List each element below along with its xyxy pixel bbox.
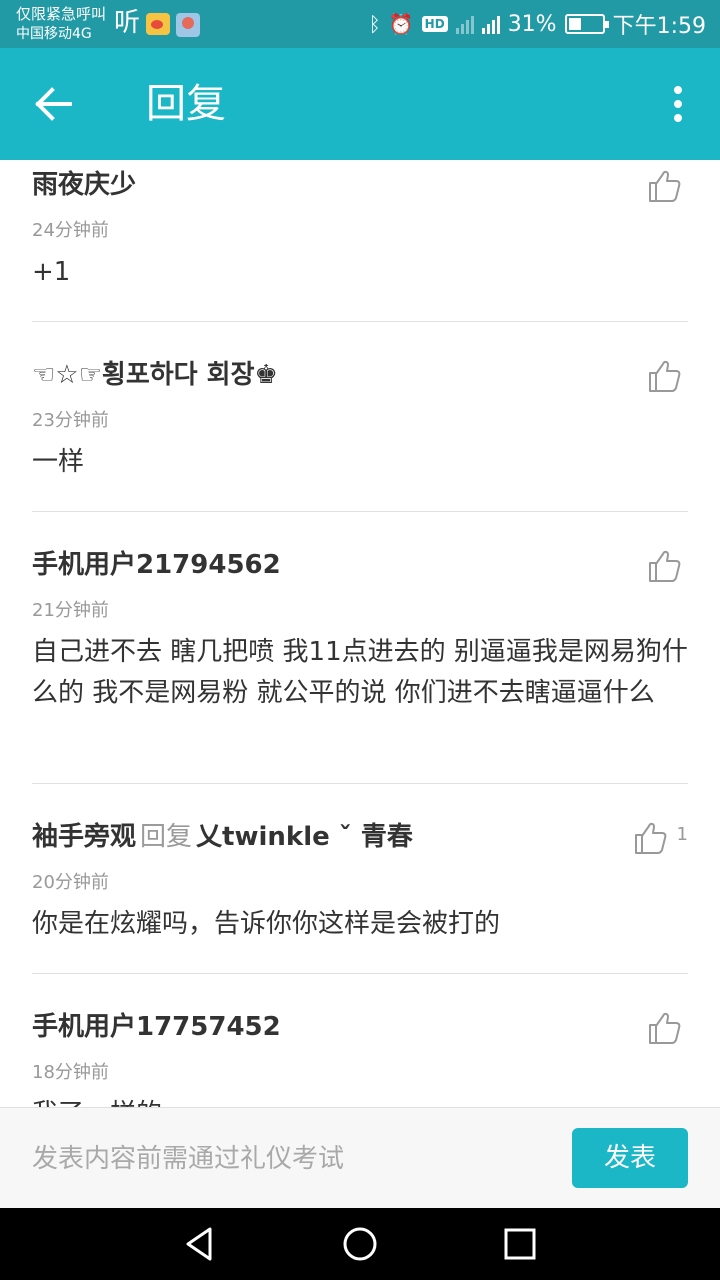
like-count: 1 xyxy=(676,824,688,845)
navigation-bar xyxy=(0,1208,720,1280)
battery-percent: 31% xyxy=(507,11,557,37)
divider xyxy=(32,783,688,784)
home-circle-icon[interactable] xyxy=(340,1224,380,1264)
carrier-line2: 中国移动4G xyxy=(16,26,92,42)
back-button[interactable] xyxy=(30,84,78,124)
comment-author[interactable]: 手机用户21794562 xyxy=(32,548,281,582)
carrier-line1: 仅限紧急呼叫 xyxy=(16,5,107,23)
back-triangle-icon[interactable] xyxy=(180,1224,220,1264)
thumbs-up-icon[interactable] xyxy=(632,820,668,856)
comment-author[interactable]: 手机用户17757452 xyxy=(32,1010,281,1044)
comment-time: 18分钟前 xyxy=(32,1062,109,1083)
page-title: 回复 xyxy=(146,81,226,127)
more-dot-icon xyxy=(674,114,682,122)
recents-square-icon[interactable] xyxy=(500,1224,540,1264)
comment-time: 21分钟前 xyxy=(32,600,109,621)
status-icons: ᛒ ⏰ HD 31% 下午1:59 xyxy=(369,8,706,40)
weibo-icon xyxy=(146,13,170,35)
more-options-button[interactable] xyxy=(666,86,690,122)
alarm-icon: ⏰ xyxy=(388,12,414,36)
arrow-left-icon xyxy=(35,87,72,121)
comment-list[interactable]: 雨夜庆少 24分钟前 +1 ☜☆☞횡포하다 회장♚ 23分钟前 一样 手机用户2… xyxy=(0,160,720,1107)
comment-body: 一样 xyxy=(32,447,85,477)
comment-body: 我了一样的 xyxy=(32,1094,688,1107)
app-icon xyxy=(176,13,200,37)
ting-icon: 听 xyxy=(114,8,141,38)
thumbs-up-icon[interactable] xyxy=(646,358,682,394)
thumbs-up-icon[interactable] xyxy=(646,1010,682,1046)
compose-bar: 发表内容前需通过礼仪考试 发表 xyxy=(0,1107,720,1208)
comment-time: 24分钟前 xyxy=(32,220,109,241)
battery-icon xyxy=(564,14,609,34)
carrier-info: 仅限紧急呼叫 中国移动4G xyxy=(16,4,106,44)
hd-icon: HD xyxy=(421,16,448,32)
comment-time: 23分钟前 xyxy=(32,410,109,431)
comment-body: +1 xyxy=(32,257,71,287)
wifi-signal-icon xyxy=(455,14,474,34)
more-dot-icon xyxy=(674,86,682,94)
status-time: 下午1:59 xyxy=(612,14,706,39)
comment-input[interactable]: 发表内容前需通过礼仪考试 xyxy=(32,1142,344,1176)
publish-button[interactable]: 发表 xyxy=(572,1128,688,1188)
divider xyxy=(32,973,688,974)
comment-author[interactable]: 袖手旁观 回复 乂twinkle ˇ 青春 xyxy=(32,820,413,854)
comment-author[interactable]: 雨夜庆少 xyxy=(32,168,136,202)
reply-target[interactable]: 乂twinkle ˇ 青春 xyxy=(196,822,413,852)
divider xyxy=(32,321,688,322)
status-bar: 仅限紧急呼叫 中国移动4G 听 ᛒ ⏰ HD 31% 下午1:59 xyxy=(0,0,720,48)
comment-body: 你是在炫耀吗，告诉你你这样是会被打的 xyxy=(32,909,501,939)
bluetooth-icon: ᛒ xyxy=(368,12,381,36)
more-dot-icon xyxy=(674,100,682,108)
app-bar: 回复 xyxy=(0,48,720,160)
thumbs-up-icon[interactable] xyxy=(646,548,682,584)
signal-icon xyxy=(481,14,500,34)
reply-word: 回复 xyxy=(140,822,193,852)
comment-author[interactable]: ☜☆☞횡포하다 회장♚ xyxy=(32,358,278,392)
comment-time: 20分钟前 xyxy=(32,872,109,893)
comment-body: 自己进不去 瞎几把喷 我11点进去的 别逼逼我是网易狗什么的 我不是网易粉 就公… xyxy=(32,637,688,708)
thumbs-up-icon[interactable] xyxy=(646,168,682,204)
divider xyxy=(32,511,688,512)
